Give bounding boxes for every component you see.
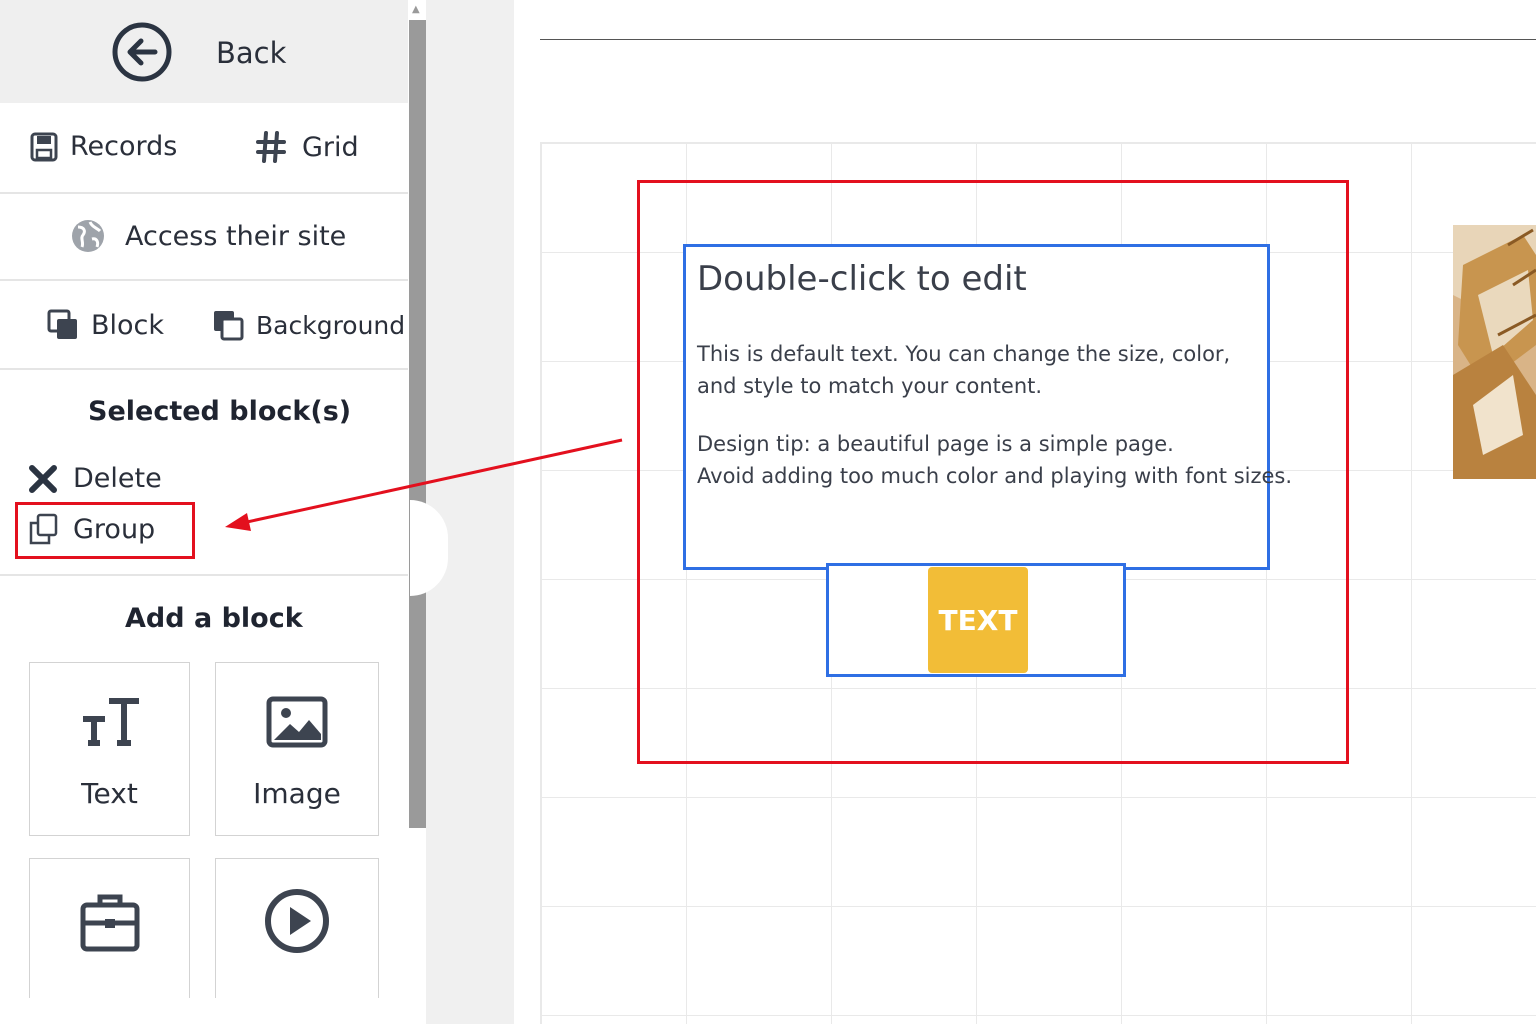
- block-label: Block: [91, 309, 165, 341]
- add-business-tile[interactable]: [29, 858, 190, 998]
- text-block[interactable]: Double-click to edit This is default tex…: [683, 244, 1292, 570]
- globe-icon: [72, 220, 104, 252]
- briefcase-icon: [80, 894, 140, 952]
- access-row: Access their site: [0, 194, 408, 281]
- hash-grid-icon: [256, 131, 286, 163]
- text-block-title: Double-click to edit: [697, 259, 1027, 299]
- block-layers-icon: [47, 309, 77, 339]
- access-label: Access their site: [125, 220, 347, 252]
- sidebar: Back Records Grid Access their site Bloc…: [0, 0, 408, 1024]
- add-text-tile[interactable]: Text: [29, 662, 190, 836]
- save-icon: [30, 132, 58, 161]
- background-button[interactable]: Background: [212, 309, 405, 341]
- add-image-tile[interactable]: Image: [215, 662, 379, 836]
- image-tile-label: Image: [253, 777, 341, 810]
- add-video-tile[interactable]: [215, 858, 379, 998]
- gutter: [426, 0, 514, 1024]
- text-block-line: and style to match your content.: [697, 374, 1043, 398]
- selected-blocks-title: Selected block(s): [88, 396, 352, 427]
- records-button[interactable]: Records: [30, 131, 177, 162]
- sidebar-scrollbar[interactable]: [409, 20, 426, 828]
- group-copy-icon: [29, 513, 58, 545]
- background-label: Background: [256, 310, 406, 340]
- text-block-line: Design tip: a beautiful page is a simple…: [697, 432, 1174, 456]
- close-x-icon: [29, 464, 57, 493]
- image-icon: [266, 696, 328, 748]
- text-block-line: This is default text. You can change the…: [697, 342, 1231, 366]
- photo-image[interactable]: [1453, 225, 1536, 479]
- text-tile-label: Text: [81, 777, 138, 810]
- background-layers-icon: [214, 311, 244, 341]
- records-grid-row: Records Grid: [0, 103, 408, 194]
- block-background-row: Block Background: [0, 281, 408, 370]
- text-button[interactable]: TEXT: [928, 567, 1028, 673]
- scroll-up-arrow-icon[interactable]: ▲: [412, 4, 420, 15]
- back-button[interactable]: Back: [0, 0, 408, 103]
- play-icon: [265, 889, 329, 953]
- photo-thumbnail: [1453, 225, 1536, 479]
- text-block-line: Avoid adding too much color and playing …: [697, 464, 1293, 488]
- page-top-rule: [540, 39, 1536, 40]
- group-label: Group: [73, 513, 156, 545]
- divider: [0, 574, 408, 576]
- text-size-icon: [83, 698, 139, 746]
- grid-button[interactable]: Grid: [256, 131, 359, 163]
- records-label: Records: [70, 131, 178, 162]
- grid-label: Grid: [302, 131, 359, 163]
- delete-label: Delete: [73, 463, 162, 494]
- delete-button[interactable]: Delete: [28, 463, 162, 494]
- access-site-button[interactable]: Access their site: [70, 218, 346, 254]
- back-label: Back: [216, 36, 287, 70]
- block-button[interactable]: Block: [47, 309, 164, 341]
- group-button[interactable]: Group: [28, 513, 155, 545]
- add-block-title: Add a block: [125, 603, 303, 634]
- back-arrow-icon: [112, 22, 172, 82]
